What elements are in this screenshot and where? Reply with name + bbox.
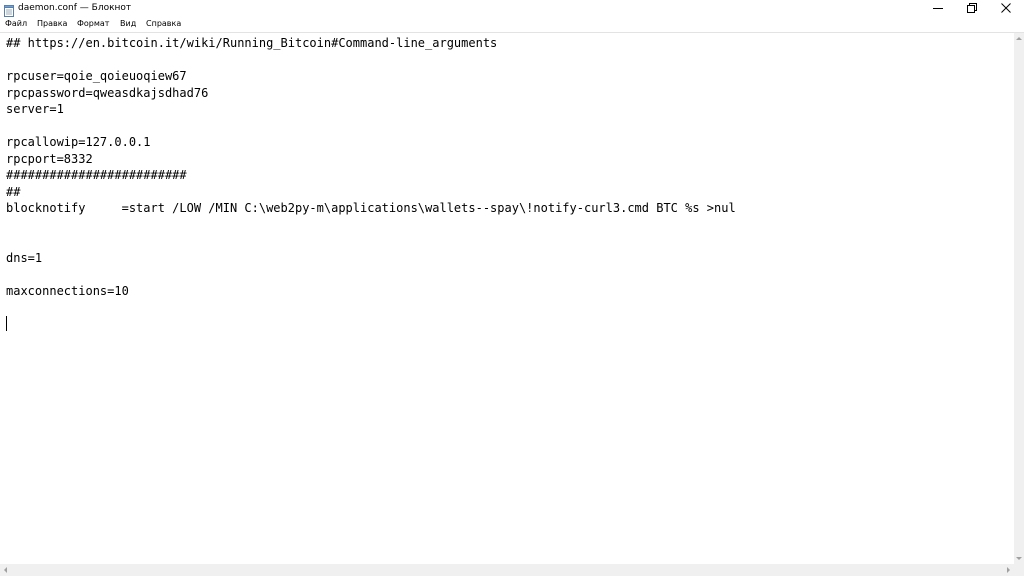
close-icon: [1001, 3, 1011, 13]
text-editor-area[interactable]: ## https://en.bitcoin.it/wiki/Running_Bi…: [0, 33, 1014, 564]
horizontal-scrollbar[interactable]: [0, 564, 1014, 576]
vertical-scrollbar[interactable]: [1014, 33, 1024, 564]
minimize-button[interactable]: [921, 0, 955, 17]
menu-edit[interactable]: Правка: [35, 18, 69, 30]
restore-button[interactable]: [955, 0, 989, 17]
menu-help[interactable]: Справка: [144, 18, 183, 30]
restore-icon: [967, 3, 977, 13]
menu-format[interactable]: Формат: [75, 18, 111, 30]
scroll-up-arrow-icon[interactable]: [1016, 37, 1022, 40]
scroll-down-arrow-icon[interactable]: [1016, 557, 1022, 560]
menu-file[interactable]: Файл: [3, 18, 29, 30]
scrollbar-corner: [1014, 564, 1024, 576]
notepad-icon[interactable]: [4, 2, 15, 17]
minimize-icon: [933, 8, 943, 9]
menu-view[interactable]: Вид: [118, 18, 138, 30]
title-bar[interactable]: daemon.conf — Блокнот: [0, 0, 1024, 17]
menu-bar: Файл Правка Формат Вид Справка: [0, 17, 1024, 32]
text-caret: [6, 316, 7, 331]
scroll-left-arrow-icon[interactable]: [4, 567, 7, 573]
editor-text[interactable]: ## https://en.bitcoin.it/wiki/Running_Bi…: [6, 35, 736, 316]
notepad-window: daemon.conf — Блокнот Файл Правка Формат…: [0, 0, 1024, 576]
close-button[interactable]: [989, 0, 1023, 17]
window-title: daemon.conf — Блокнот: [18, 3, 132, 13]
scroll-right-arrow-icon[interactable]: [1007, 567, 1010, 573]
